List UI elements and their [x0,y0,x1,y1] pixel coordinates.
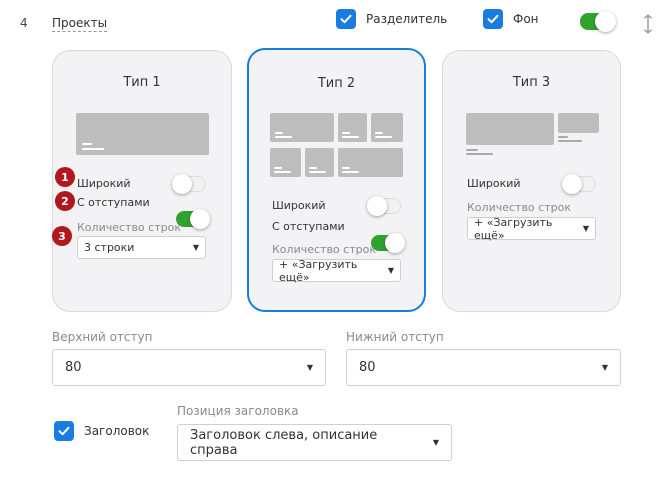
bottom-padding-value: 80 [359,360,376,375]
layout-card-type-1[interactable]: Тип 1 Широкий С отступами Количество стр… [52,50,232,312]
bottom-padding-select[interactable]: 80 ▼ [346,349,621,386]
layout-preview [466,113,600,157]
top-padding-label: Верхний отступ [52,330,153,344]
resize-vertical-icon[interactable] [643,13,653,39]
layout-card-type-2[interactable]: Тип 2 Широкий С отступами Количество стр… [247,48,426,312]
rows-count-select[interactable]: 3 строки ▼ [77,236,206,259]
wide-label: Широкий [467,177,521,190]
rows-count-select[interactable]: + «Загрузить ещё» ▼ [272,257,401,284]
card-title: Тип 3 [512,75,551,90]
bottom-padding-label: Нижний отступ [346,330,444,344]
heading-checkbox[interactable] [54,421,74,441]
heading-position-value: Заголовок слева, описание справа [190,427,378,458]
heading-position-select[interactable]: Заголовок слева, описание справа ▼ [177,424,452,461]
padding-label: С отступами [77,196,150,209]
caret-down-icon: ▼ [387,266,394,275]
rows-count-label: Количество строк [467,201,571,214]
wide-toggle[interactable] [367,196,401,216]
heading-label: Заголовок [84,424,150,438]
wide-toggle[interactable] [172,174,206,194]
rows-count-label: Количество строк [77,221,181,234]
card-title: Тип 2 [317,76,356,91]
top-padding-value: 80 [65,360,82,375]
rows-count-value: + «Загрузить ещё» [279,257,358,284]
heading-position-label: Позиция заголовка [177,404,299,418]
top-padding-select[interactable]: 80 ▼ [52,349,326,386]
layout-card-type-3[interactable]: Тип 3 Широкий Количество строк + «Загруз… [442,50,621,312]
wide-label: Широкий [77,177,131,190]
rows-count-label: Количество строк [272,243,376,256]
rows-count-value: + «Загрузить ещё» [474,215,553,242]
section-number: 4 [20,16,28,30]
caret-down-icon: ▼ [601,363,608,372]
wide-label: Широкий [272,199,326,212]
layout-preview [270,113,404,179]
wide-toggle[interactable] [562,174,596,194]
step-badge-1: 1 [55,167,75,187]
step-badge-2: 2 [55,191,75,211]
section-visibility-toggle[interactable] [580,11,616,32]
divider-label: Разделитель [366,12,448,26]
background-label: Фон [513,12,539,26]
step-badge-3: 3 [52,226,72,246]
rows-count-value: 3 строки [84,241,135,254]
card-title: Тип 1 [123,75,161,90]
check-icon [340,14,352,24]
caret-down-icon: ▼ [432,438,439,447]
layout-preview [76,113,209,155]
background-checkbox[interactable] [483,9,503,29]
check-icon [58,426,70,436]
caret-down-icon: ▼ [582,224,589,233]
section-name-link[interactable]: Проекты [52,16,108,32]
caret-down-icon: ▼ [192,243,199,252]
divider-checkbox[interactable] [336,9,356,29]
check-icon [487,14,499,24]
padding-label: С отступами [272,220,345,233]
caret-down-icon: ▼ [306,363,313,372]
rows-count-select[interactable]: + «Загрузить ещё» ▼ [467,215,596,242]
